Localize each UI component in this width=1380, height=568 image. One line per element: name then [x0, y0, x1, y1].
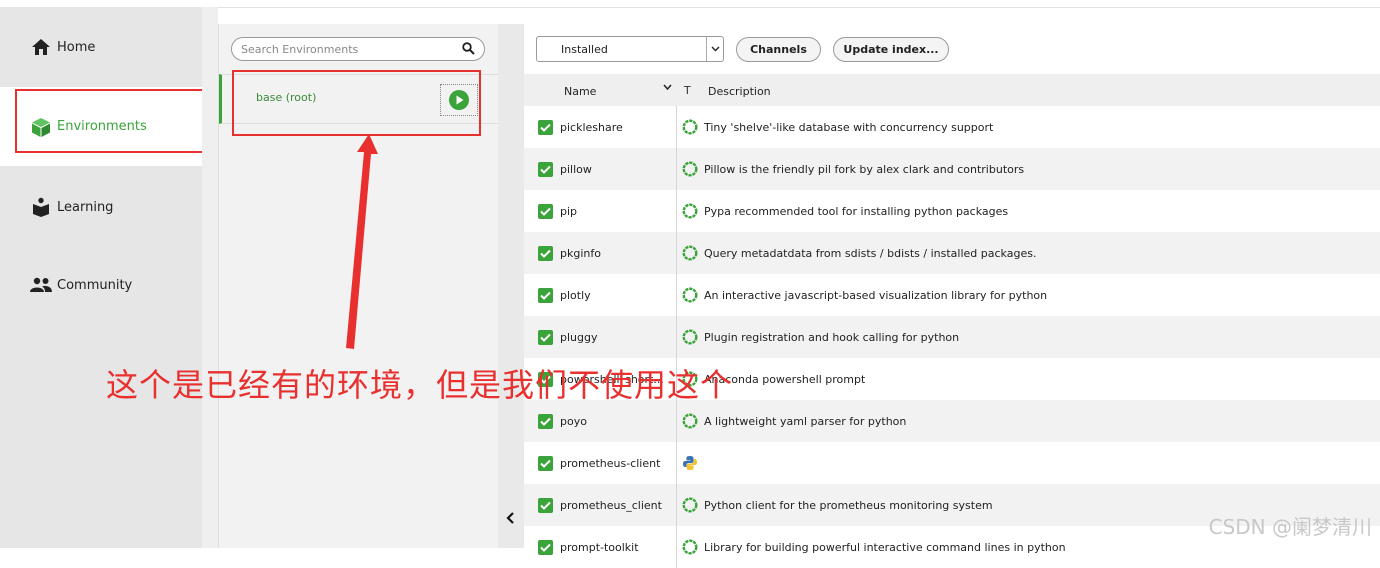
- packages-toolbar: Installed Channels Update index...: [524, 24, 1380, 74]
- annotation-text: 这个是已经有的环境，但是我们不使用这个: [106, 366, 734, 404]
- update-index-button[interactable]: Update index...: [833, 37, 949, 62]
- status-ring-icon: [682, 203, 698, 219]
- package-name: pip: [560, 205, 578, 218]
- column-divider: [676, 316, 677, 358]
- package-description: Pypa recommended tool for installing pyt…: [704, 205, 1009, 218]
- people-icon: [30, 274, 52, 296]
- column-divider: [676, 400, 677, 442]
- column-divider: [676, 232, 677, 274]
- status-ring-icon: [682, 119, 698, 135]
- package-name: prometheus_client: [560, 499, 662, 512]
- column-header-type[interactable]: T: [684, 84, 691, 97]
- filter-value: Installed: [561, 43, 608, 56]
- chevron-down-icon[interactable]: [706, 37, 723, 61]
- package-description: Query metadatdata from sdists / bdists /…: [704, 247, 1037, 260]
- installed-checkbox[interactable]: [538, 414, 553, 429]
- annotation-highlight-box: [15, 89, 209, 153]
- package-name: pkginfo: [560, 247, 601, 260]
- status-ring-icon: [682, 497, 698, 513]
- package-description: Plugin registration and hook calling for…: [704, 331, 960, 344]
- installed-checkbox[interactable]: [538, 330, 553, 345]
- installed-checkbox[interactable]: [538, 162, 553, 177]
- chevron-left-icon[interactable]: [505, 511, 517, 528]
- sidebar-item-learning[interactable]: Learning: [0, 189, 202, 225]
- status-ring-icon: [682, 245, 698, 261]
- package-list: pickleshare Tiny 'shelve'-like database w…: [524, 106, 1380, 568]
- package-name: plotly: [560, 289, 591, 302]
- installed-checkbox[interactable]: [538, 288, 553, 303]
- table-row[interactable]: poyo A lightweight yaml parser for python: [524, 400, 1380, 442]
- package-name: pickleshare: [560, 121, 623, 134]
- python-logo-icon: [682, 455, 698, 471]
- status-ring-icon: [682, 287, 698, 303]
- table-row[interactable]: pickleshare Tiny 'shelve'-like database w…: [524, 106, 1380, 148]
- search-icon[interactable]: [462, 42, 475, 58]
- package-description: Python client for the prometheus monitor…: [704, 499, 993, 512]
- search-placeholder: Search Environments: [241, 43, 359, 56]
- panel-gap: [202, 7, 218, 548]
- table-row[interactable]: pluggy Plugin registration and hook calli…: [524, 316, 1380, 358]
- installed-checkbox[interactable]: [538, 204, 553, 219]
- table-row[interactable]: pip Pypa recommended tool for installing …: [524, 190, 1380, 232]
- installed-checkbox[interactable]: [538, 246, 553, 261]
- sidebar-item-community[interactable]: Community: [0, 267, 202, 303]
- column-divider: [676, 274, 677, 316]
- column-divider: [676, 442, 677, 484]
- table-row[interactable]: plotly An interactive javascript-based vi…: [524, 274, 1380, 316]
- table-header: Name T Description: [524, 74, 1380, 106]
- sidebar-item-label: Learning: [57, 199, 114, 215]
- watermark: CSDN @阑梦清川: [1208, 515, 1372, 539]
- status-ring-icon: [682, 329, 698, 345]
- package-name: prometheus-client: [560, 457, 661, 470]
- column-header-description[interactable]: Description: [708, 85, 771, 98]
- package-description: Tiny 'shelve'-like database with concurr…: [704, 121, 994, 134]
- sidebar-item-home[interactable]: Home: [0, 29, 202, 65]
- packages-panel: Installed Channels Update index... Name …: [524, 24, 1380, 568]
- package-description: An interactive javascript-based visualiz…: [704, 289, 1048, 302]
- installed-checkbox[interactable]: [538, 120, 553, 135]
- package-name: poyo: [560, 415, 587, 428]
- package-name: pillow: [560, 163, 592, 176]
- package-filter-select[interactable]: Installed: [536, 36, 724, 62]
- column-divider: [676, 148, 677, 190]
- package-description: Pillow is the friendly pil fork by alex …: [704, 163, 1025, 176]
- annotation-highlight-box: [232, 70, 481, 136]
- collapse-strip: [498, 24, 524, 548]
- status-ring-icon: [682, 161, 698, 177]
- column-divider: [676, 484, 677, 526]
- column-divider: [676, 106, 677, 148]
- installed-checkbox[interactable]: [538, 456, 553, 471]
- status-ring-icon: [682, 539, 698, 555]
- status-ring-icon: [682, 413, 698, 429]
- search-environments-input[interactable]: Search Environments: [231, 37, 485, 61]
- table-row[interactable]: prometheus-client: [524, 442, 1380, 484]
- sidebar-item-label: Community: [57, 277, 133, 293]
- column-divider: [676, 190, 677, 232]
- channels-button[interactable]: Channels: [736, 37, 821, 62]
- home-icon: [30, 36, 52, 58]
- table-row[interactable]: pkginfo Query metadatdata from sdists / b…: [524, 232, 1380, 274]
- column-header-name[interactable]: Name: [564, 85, 596, 98]
- package-name: pluggy: [560, 331, 598, 344]
- book-person-icon: [30, 196, 52, 218]
- column-divider: [676, 526, 677, 568]
- sort-chevron-icon[interactable]: [663, 83, 672, 94]
- installed-checkbox[interactable]: [538, 498, 553, 513]
- table-row[interactable]: pillow Pillow is the friendly pil fork by…: [524, 148, 1380, 190]
- package-description: A lightweight yaml parser for python: [704, 415, 907, 428]
- sidebar-item-label: Home: [57, 39, 96, 55]
